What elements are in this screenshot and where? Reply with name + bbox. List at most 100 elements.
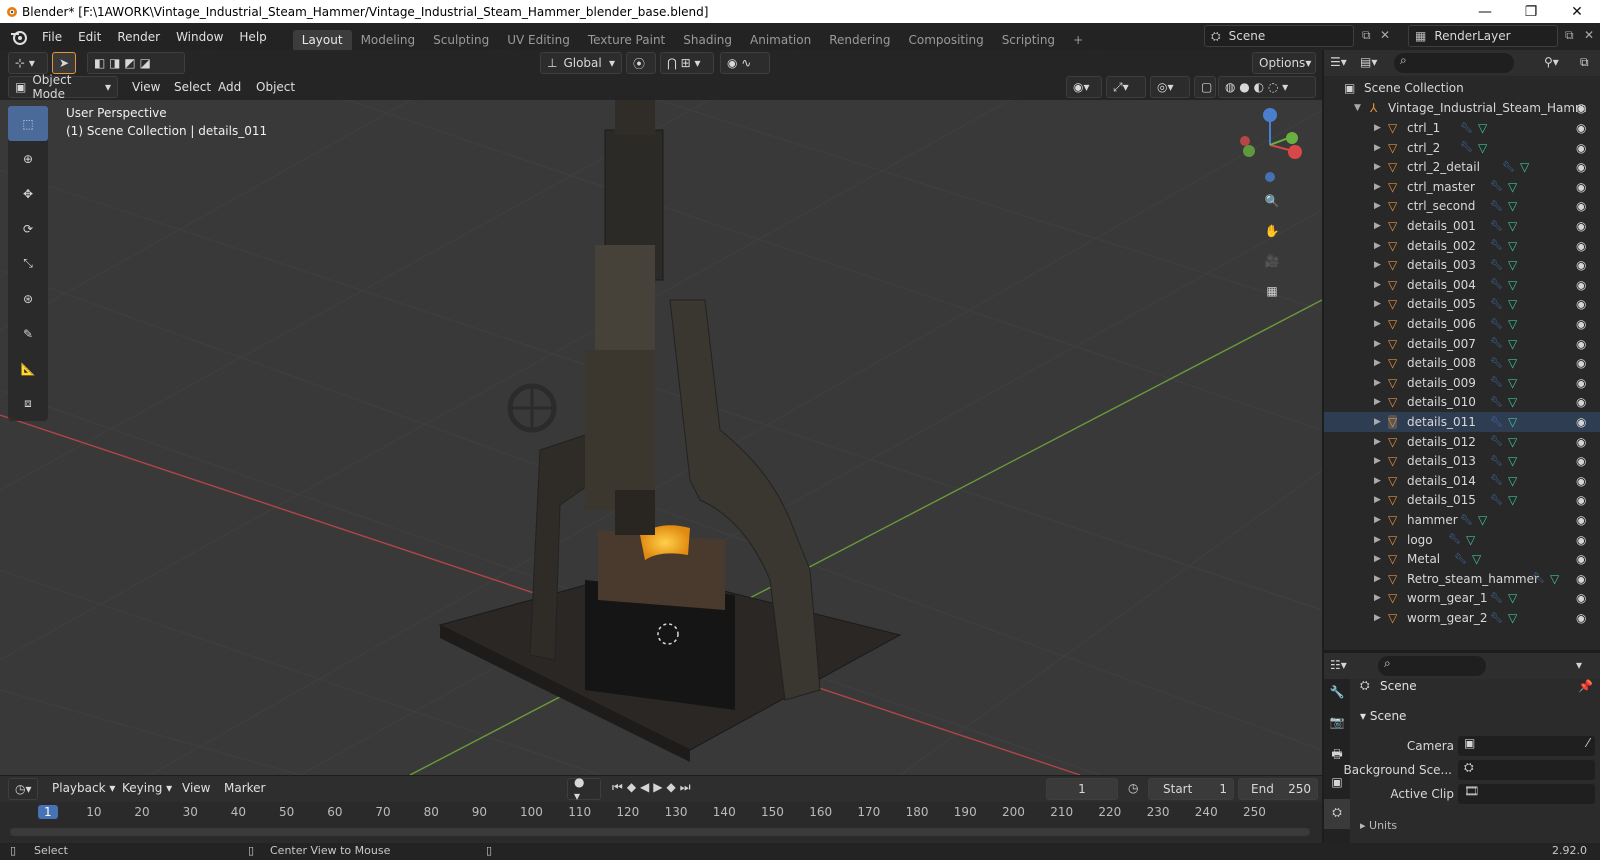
expand-arrow-icon[interactable]: ▶ <box>1374 437 1381 447</box>
tab-sculpting[interactable]: Sculpting <box>424 30 498 50</box>
transform-orientation-dropdown[interactable]: ⊥ Global ▾ <box>540 52 622 74</box>
expand-arrow-icon[interactable]: ▶ <box>1374 397 1381 407</box>
outliner-item[interactable]: ▶ ▽ details_013 🔧︎ ▽ ◉ <box>1324 451 1600 471</box>
ortho-grid-icon[interactable]: ▦ <box>1257 276 1287 306</box>
frame-ruler[interactable]: 1 10 20 30 40 50 60 70 80 90 100 110 120 130 140 150 160… <box>0 802 1322 824</box>
snap-toggle[interactable]: ⋂ ⊞ ▾ <box>660 52 714 74</box>
xray-toggle[interactable]: ▢ <box>1194 76 1216 98</box>
scene-panel-header[interactable]: ▾ Scene <box>1360 709 1406 723</box>
tool-select-box[interactable]: ⬚ <box>8 106 48 141</box>
outliner-item[interactable]: ▶ ▽ details_012 🔧︎ ▽ ◉ <box>1324 432 1600 452</box>
render-tab-icon[interactable]: 📷 <box>1324 709 1350 739</box>
timeline-menu-marker[interactable]: Marker <box>216 781 273 795</box>
tool-transform[interactable]: ⊛ <box>8 281 48 316</box>
eye-icon[interactable]: ◉ <box>1576 219 1586 233</box>
pan-hand-icon[interactable]: ✋ <box>1257 216 1287 246</box>
play-reverse-icon[interactable]: ◀ <box>640 780 649 795</box>
vp-menu-object[interactable]: Object <box>248 80 303 94</box>
eye-icon[interactable]: ◉ <box>1576 493 1586 507</box>
menu-window[interactable]: Window <box>168 30 231 44</box>
outliner-item[interactable]: ▶ ▽ Retro_steam_hammer 🔧︎ ▽ ◉ <box>1324 569 1600 589</box>
overlays-toggle[interactable]: ◎▾ <box>1150 76 1190 98</box>
units-panel-header[interactable]: ▸ Units <box>1360 819 1397 832</box>
expand-arrow-icon[interactable]: ▼ <box>1354 103 1361 113</box>
expand-arrow-icon[interactable]: ▶ <box>1374 162 1381 172</box>
tab-texture-paint[interactable]: Texture Paint <box>579 30 674 50</box>
gizmo-x-axis[interactable] <box>1288 145 1302 159</box>
eye-icon[interactable]: ◉ <box>1576 317 1586 331</box>
tab-uv-editing[interactable]: UV Editing <box>498 30 579 50</box>
eye-icon[interactable]: ◉ <box>1576 552 1586 566</box>
timeline-menu-keying[interactable]: Keying ▾ <box>114 781 180 795</box>
start-frame-field[interactable]: Start 1 <box>1148 778 1234 800</box>
tab-animation[interactable]: Animation <box>741 30 820 50</box>
eye-icon[interactable]: ◉ <box>1576 121 1586 135</box>
eye-icon[interactable]: ◉ <box>1576 141 1586 155</box>
outliner-item[interactable]: ▶ ▽ details_001 🔧︎ ▽ ◉ <box>1324 216 1600 236</box>
tab-scripting[interactable]: Scripting <box>993 30 1064 50</box>
expand-arrow-icon[interactable]: ▶ <box>1374 280 1381 290</box>
expand-arrow-icon[interactable]: ▶ <box>1374 574 1381 584</box>
jump-end-icon[interactable]: ⏭ <box>680 780 691 795</box>
eye-icon[interactable]: ◉ <box>1576 278 1586 292</box>
eye-icon[interactable]: ◉ <box>1576 435 1586 449</box>
tab-compositing[interactable]: Compositing <box>899 30 992 50</box>
eye-icon[interactable]: ◉ <box>1576 611 1586 625</box>
expand-arrow-icon[interactable]: ▶ <box>1374 613 1381 623</box>
outliner-item[interactable]: ▶ ▽ ctrl_second 🔧︎ ▽ ◉ <box>1324 196 1600 216</box>
pin-icon[interactable]: 📌 <box>1578 679 1593 693</box>
tab-shading[interactable]: Shading <box>674 30 741 50</box>
outliner-item[interactable]: ▶ ▽ details_014 🔧︎ ▽ ◉ <box>1324 471 1600 491</box>
auto-keying-button[interactable]: ● ▾ <box>567 775 601 803</box>
outliner-item[interactable]: ▶ ▽ ctrl_2 🔧︎ ▽ ◉ <box>1324 138 1600 158</box>
outliner-item[interactable]: ▶ ▽ Metal 🔧︎ ▽ ◉ <box>1324 549 1600 569</box>
outliner-item[interactable]: ▶ ▽ details_004 🔧︎ ▽ ◉ <box>1324 275 1600 295</box>
expand-arrow-icon[interactable]: ▶ <box>1374 143 1381 153</box>
active-clip-field[interactable]: 🎞 <box>1458 784 1595 804</box>
outliner-item[interactable]: ▶ ▽ ctrl_2_detail 🔧︎ ▽ ◉ <box>1324 157 1600 177</box>
visibility-dropdown[interactable]: ◉▾ <box>1066 76 1102 98</box>
vp-menu-view[interactable]: View <box>124 80 168 94</box>
expand-arrow-icon[interactable]: ▶ <box>1374 260 1381 270</box>
expand-arrow-icon[interactable]: ▶ <box>1374 358 1381 368</box>
menu-render[interactable]: Render <box>109 30 168 44</box>
outliner-item[interactable]: ▶ ▽ details_002 🔧︎ ▽ ◉ <box>1324 236 1600 256</box>
eye-icon[interactable]: ◉ <box>1576 239 1586 253</box>
close-button[interactable]: ✕ <box>1554 0 1600 23</box>
eye-icon[interactable]: ◉ <box>1576 572 1586 586</box>
outliner-item[interactable]: ▶ ▽ hammer 🔧︎ ▽ ◉ <box>1324 510 1600 530</box>
eye-icon[interactable]: ◉ <box>1576 533 1586 547</box>
delete-scene-icon[interactable]: ✕ <box>1380 28 1390 42</box>
tool-add-cube[interactable]: ⧈ <box>8 386 48 421</box>
outliner-item[interactable]: ▶ ▽ details_003 🔧︎ ▽ ◉ <box>1324 255 1600 275</box>
renderlayer-selector[interactable]: ▦ RenderLayer <box>1408 25 1558 47</box>
expand-arrow-icon[interactable]: ▶ <box>1374 476 1381 486</box>
options-dropdown[interactable]: Options ▾ <box>1252 52 1316 74</box>
delete-renderlayer-icon[interactable]: ✕ <box>1584 28 1594 42</box>
tab-layout[interactable]: Layout <box>292 30 352 50</box>
select-box-mode-button[interactable]: ➤ <box>52 52 76 74</box>
blender-menu-icon[interactable] <box>10 29 28 45</box>
mode-dropdown[interactable]: ▣ Object Mode ▾ <box>8 73 118 101</box>
new-collection-icon[interactable]: ⧉ <box>1580 55 1589 70</box>
eye-icon[interactable]: ◉ <box>1576 199 1586 213</box>
editor-type-button[interactable]: ⊹ ▾ <box>8 52 48 74</box>
gizmo-y-axis[interactable] <box>1286 132 1298 144</box>
outliner-item[interactable]: ▶ ▽ details_005 🔧︎ ▽ ◉ <box>1324 294 1600 314</box>
navigation-gizmo[interactable] <box>1235 105 1305 185</box>
expand-arrow-icon[interactable]: ▶ <box>1374 221 1381 231</box>
expand-arrow-icon[interactable]: ▶ <box>1374 417 1381 427</box>
end-frame-field[interactable]: End 250 <box>1238 778 1318 800</box>
outliner-item[interactable]: ▶ ▽ ctrl_master 🔧︎ ▽ ◉ <box>1324 177 1600 197</box>
gizmo-toggle[interactable]: ⤢▾ <box>1106 76 1146 98</box>
eye-icon[interactable]: ◉ <box>1576 180 1586 194</box>
expand-arrow-icon[interactable]: ▶ <box>1374 123 1381 133</box>
filter-icon[interactable]: ⚲▾ <box>1544 55 1559 69</box>
expand-arrow-icon[interactable]: ▶ <box>1374 456 1381 466</box>
eye-icon[interactable]: ◉ <box>1576 376 1586 390</box>
outliner-item[interactable]: ▶ ▽ details_006 🔧︎ ▽ ◉ <box>1324 314 1600 334</box>
eye-icon[interactable]: ◉ <box>1576 395 1586 409</box>
outliner-item[interactable]: ▶ ▽ details_015 🔧︎ ▽ ◉ <box>1324 490 1600 510</box>
tab-modeling[interactable]: Modeling <box>352 30 425 50</box>
eye-icon[interactable]: ◉ <box>1576 258 1586 272</box>
